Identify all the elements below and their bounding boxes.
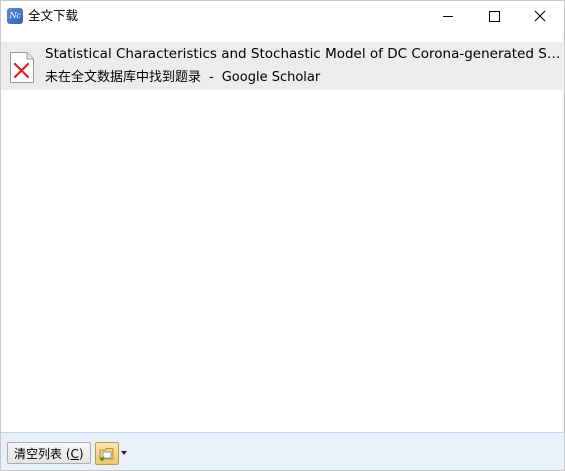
folder-download-icon bbox=[99, 448, 114, 461]
clear-hotkey-close: ) bbox=[78, 447, 84, 461]
bottom-toolbar: 清空列表 (C) bbox=[1, 432, 564, 470]
close-icon bbox=[534, 10, 546, 22]
minimize-button[interactable] bbox=[425, 1, 471, 31]
item-title: Statistical Characteristics and Stochast… bbox=[45, 46, 561, 62]
status-source: Google Scholar bbox=[221, 70, 321, 85]
download-list[interactable]: Statistical Characteristics and Stochast… bbox=[1, 36, 564, 432]
minimize-icon bbox=[443, 16, 453, 17]
chevron-down-icon[interactable] bbox=[121, 451, 127, 455]
status-text: 未在全文数据库中找到题录 bbox=[45, 70, 202, 85]
item-status: 未在全文数据库中找到题录 - Google Scholar bbox=[45, 69, 320, 86]
maximize-button[interactable] bbox=[471, 1, 517, 31]
clear-list-button[interactable]: 清空列表 (C) bbox=[7, 442, 91, 464]
title-bar[interactable]: Nc 全文下载 bbox=[1, 1, 564, 31]
clear-hotkey-open: ( bbox=[62, 447, 71, 461]
folder-download-button[interactable] bbox=[95, 442, 119, 465]
maximize-icon bbox=[489, 11, 500, 22]
app-logo-icon: Nc bbox=[7, 8, 23, 24]
window-title: 全文下载 bbox=[28, 8, 79, 23]
scrollbar-track[interactable] bbox=[562, 31, 564, 432]
close-button[interactable] bbox=[517, 1, 563, 31]
pdf-error-icon bbox=[10, 52, 34, 83]
fulltext-download-window: Nc 全文下载 Statistical Characteristics and … bbox=[0, 0, 565, 471]
status-separator: - bbox=[209, 70, 214, 85]
clear-hotkey: C bbox=[70, 447, 79, 461]
clear-list-label: 清空列表 bbox=[14, 447, 63, 461]
list-item[interactable]: Statistical Characteristics and Stochast… bbox=[1, 42, 564, 90]
